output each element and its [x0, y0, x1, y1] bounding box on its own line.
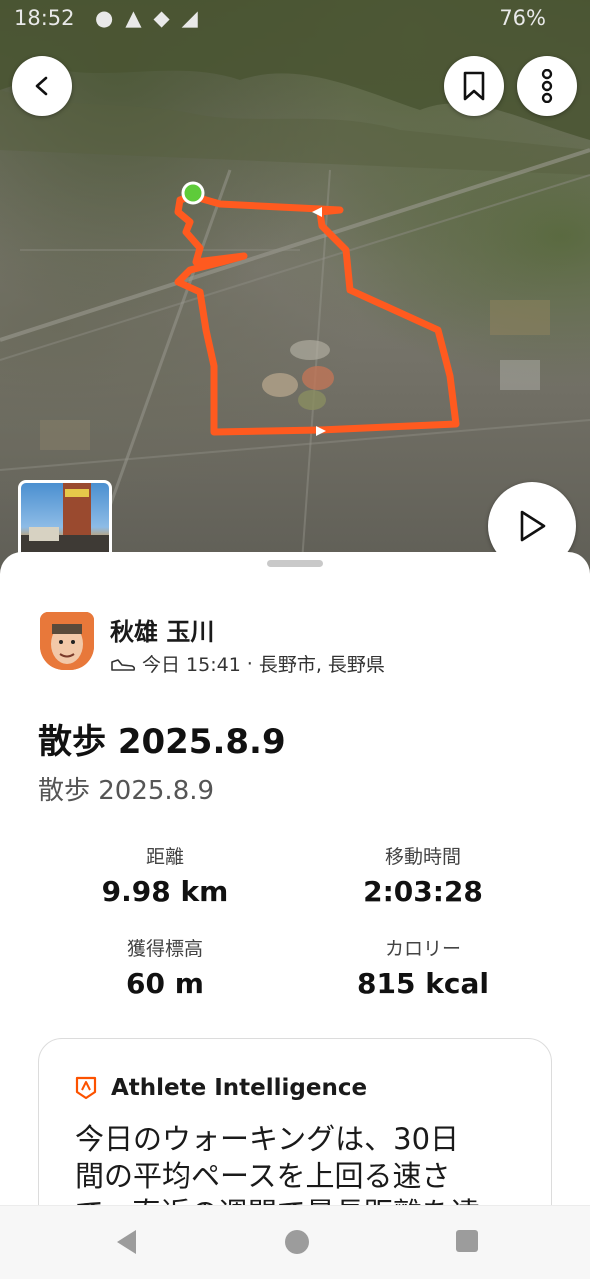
triangle-back-icon [117, 1230, 136, 1254]
stat-calories: カロリー 815 kcal [298, 934, 548, 1000]
stat-value: 815 kcal [357, 967, 489, 1000]
more-options-button[interactable] [517, 56, 577, 116]
start-marker [181, 181, 205, 205]
summary-line: 今日のウォーキングは、30日 [75, 1122, 460, 1156]
warning-icon: ▲ [125, 6, 154, 30]
stat-label: 移動時間 [384, 846, 461, 868]
status-bar: 18:52 ●▲◆◢ 76% [0, 0, 590, 38]
stat-label: カロリー [384, 938, 461, 960]
notification-icon: ● [95, 6, 126, 30]
athlete-name[interactable]: 秋雄 玉川 [110, 612, 214, 647]
chevron-left-icon [35, 76, 48, 96]
system-nav-bar [0, 1205, 590, 1279]
athlete-intelligence-title: Athlete Intelligence [111, 1075, 368, 1101]
stat-label: 距離 [145, 846, 184, 868]
play-icon [520, 510, 546, 542]
stat-label: 獲得標高 [126, 938, 203, 960]
avatar[interactable] [40, 612, 94, 670]
activity-description: 散歩 2025.8.9 [38, 776, 215, 806]
nav-home-button[interactable] [283, 1228, 311, 1260]
activity-meta: 今日 15:41 · 長野市, 長野県 [110, 650, 385, 677]
activity-title: 散歩 2025.8.9 [38, 722, 286, 762]
meta-separator: · [246, 652, 253, 675]
activity-location: 長野市, 長野県 [258, 654, 385, 676]
status-icons: ●▲◆◢ [95, 6, 210, 30]
more-vertical-icon [541, 69, 553, 103]
circle-home-icon [285, 1230, 309, 1254]
save-route-button[interactable] [444, 56, 504, 116]
wifi-icon: ◆ [153, 6, 182, 30]
athlete-intelligence-header: Athlete Intelligence [75, 1075, 367, 1101]
stat-moving-time: 移動時間 2:03:28 [298, 842, 548, 908]
stat-value: 2:03:28 [363, 875, 483, 908]
bookmark-icon [463, 71, 485, 101]
stat-elevation: 獲得標高 60 m [40, 934, 290, 1000]
route-map[interactable]: 18:52 ●▲◆◢ 76% [0, 0, 590, 590]
sheet-drag-handle[interactable] [267, 560, 323, 567]
activity-details-sheet: 秋雄 玉川 今日 15:41 · 長野市, 長野県 散歩 2025.8.9 散歩… [0, 552, 590, 1279]
stat-distance: 距離 9.98 km [40, 842, 290, 908]
athlete-intelligence-icon [75, 1076, 97, 1100]
activity-screen: 18:52 ●▲◆◢ 76% 秋雄 玉川 今日 15:41 · 長野市, 長野県… [0, 0, 590, 1279]
battery-level: 76% [499, 6, 546, 30]
stat-value: 9.98 km [101, 875, 229, 908]
back-button[interactable] [12, 56, 72, 116]
summary-line: 間の平均ペースを上回る速さ [75, 1159, 451, 1193]
shoe-icon [111, 658, 136, 671]
avatar-image [40, 612, 94, 670]
signal-icon: ◢ [181, 6, 210, 30]
nav-recents-button[interactable] [454, 1228, 480, 1258]
square-recents-icon [456, 1230, 478, 1252]
stat-value: 60 m [126, 967, 204, 1000]
activity-time: 今日 15:41 [142, 654, 241, 676]
nav-back-button[interactable] [114, 1228, 140, 1260]
status-time: 18:52 [14, 6, 75, 30]
